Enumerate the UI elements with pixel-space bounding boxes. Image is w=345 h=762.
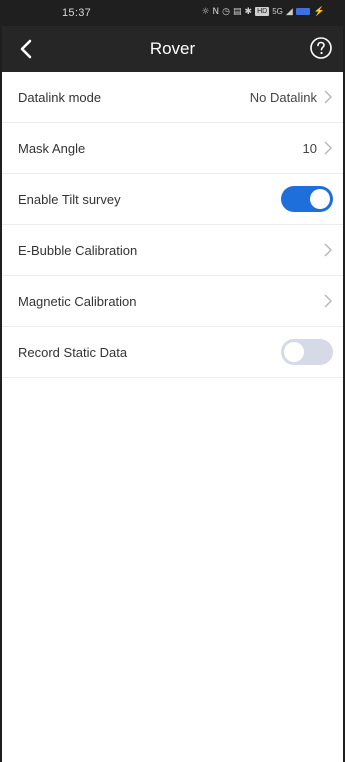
setting-right [323,243,333,257]
toggle-knob [310,189,330,209]
chevron-right-icon [324,141,332,155]
chevron-right-icon [324,294,332,308]
status-time: 15:37 [62,7,92,19]
setting-record-static-data: Record Static Data [2,327,343,378]
page-title: Rover [149,39,196,58]
help-button[interactable] [309,36,333,60]
tilt-survey-toggle[interactable] [281,186,333,212]
setting-label: Mask Angle [18,140,86,156]
app-bar: Rover [2,26,343,72]
bluetooth-icon: ✱ [244,6,253,17]
setting-mask-angle[interactable]: Mask Angle 10 [2,123,343,174]
help-circle-icon [310,37,332,59]
setting-value: No Datalink [249,89,317,105]
setting-right: No Datalink [250,90,333,105]
signal-2-icon: ◢ [285,6,293,17]
setting-label: E-Bubble Calibration [18,242,138,258]
setting-label: Datalink mode [18,89,102,105]
phone-frame: 15:37 ☼ N ◷ ▤ ✱ HD 5G ◢ ⚡ Rover Datalink… [0,0,345,762]
setting-label: Enable Tilt survey [18,191,121,207]
setting-enable-tilt-survey: Enable Tilt survey [2,174,343,225]
record-static-data-toggle[interactable] [281,339,333,365]
setting-right [281,186,333,212]
chevron-right-icon [324,243,332,257]
battery-icon [295,8,310,15]
setting-label: Magnetic Calibration [18,293,137,309]
settings-list: Datalink mode No Datalink Mask Angle 10 … [2,72,343,378]
setting-right: 10 [303,141,333,156]
nfc-icon: ☼ [201,6,210,17]
toggle-knob [284,342,304,362]
setting-right [323,294,333,308]
status-icons: ☼ N ◷ ▤ ✱ HD 5G ◢ ⚡ [201,6,325,17]
alarm-icon: ◷ [222,6,230,17]
setting-label: Record Static Data [18,344,128,360]
hd-badge: HD [255,7,270,16]
status-bar: 15:37 ☼ N ◷ ▤ ✱ HD 5G ◢ ⚡ [2,0,343,26]
setting-magnetic-calibration[interactable]: Magnetic Calibration [2,276,343,327]
setting-datalink-mode[interactable]: Datalink mode No Datalink [2,72,343,123]
charging-icon: ⚡ [313,6,325,16]
setting-value: 10 [302,140,317,156]
n-icon: N [212,6,220,17]
signal-1-icon: 5G [272,7,283,16]
chevron-right-icon [324,90,332,104]
setting-right [281,339,333,365]
setting-e-bubble-calibration[interactable]: E-Bubble Calibration [2,225,343,276]
vibrate-icon: ▤ [233,6,242,17]
